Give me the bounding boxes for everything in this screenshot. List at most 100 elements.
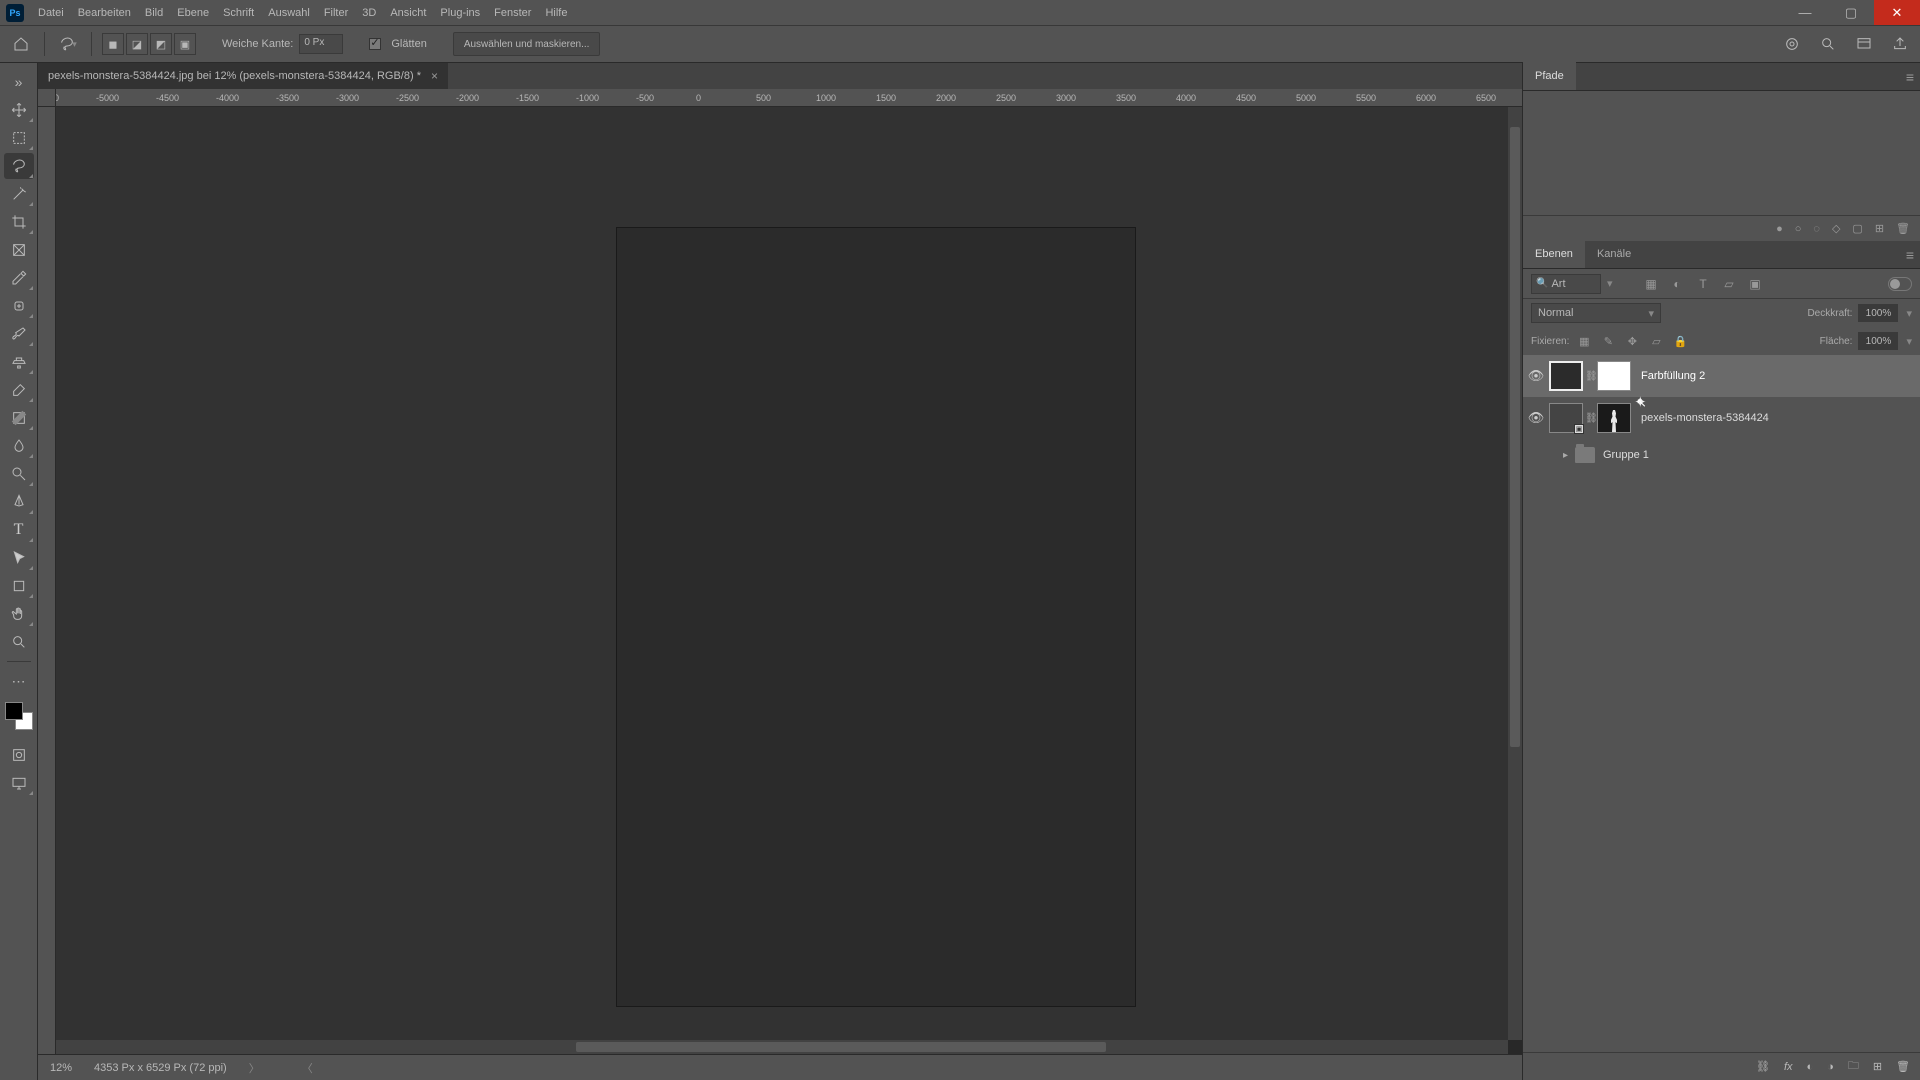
feather-input[interactable]: 0 Px xyxy=(299,34,343,54)
antialias-checkbox[interactable] xyxy=(369,38,381,50)
selection-add-icon[interactable]: ◪ xyxy=(126,33,148,55)
selection-intersect-icon[interactable]: ▣ xyxy=(174,33,196,55)
paths-list[interactable] xyxy=(1523,91,1920,215)
new-path-icon[interactable]: ⊞ xyxy=(1875,222,1884,235)
layer-row[interactable]: 👁 ▣ ⛓ pexels-monstera-5384424 xyxy=(1523,397,1920,439)
color-swatches[interactable] xyxy=(5,702,33,730)
layer-row[interactable]: ▸ Gruppe 1 xyxy=(1523,439,1920,471)
vertical-scrollbar[interactable] xyxy=(1508,107,1522,1040)
hand-tool[interactable] xyxy=(4,601,34,627)
pen-tool[interactable] xyxy=(4,489,34,515)
quickmask-icon[interactable] xyxy=(4,742,34,768)
magic-wand-tool[interactable] xyxy=(4,181,34,207)
tab-channels[interactable]: Kanäle xyxy=(1585,240,1643,268)
menu-file[interactable]: Datei xyxy=(38,7,64,19)
blur-tool[interactable] xyxy=(4,433,34,459)
link-layers-icon[interactable]: ⛓ xyxy=(1756,1060,1770,1073)
lock-pixels-icon[interactable]: ✎ xyxy=(1599,332,1617,350)
type-tool[interactable]: T xyxy=(4,517,34,543)
cloud-docs-icon[interactable] xyxy=(1780,32,1804,56)
filter-type-icon[interactable]: T xyxy=(1693,274,1713,294)
adjustment-layer-icon[interactable]: ◑ xyxy=(1827,1061,1834,1073)
close-button[interactable]: ✕ xyxy=(1874,0,1920,25)
new-layer-icon[interactable]: ⊞ xyxy=(1873,1060,1882,1073)
eyedropper-tool[interactable] xyxy=(4,265,34,291)
ruler-origin[interactable] xyxy=(38,89,56,107)
add-mask-icon[interactable]: ◐ xyxy=(1807,1061,1814,1073)
artboard[interactable] xyxy=(616,227,1136,1007)
menu-select[interactable]: Auswahl xyxy=(268,7,310,19)
scrollbar-thumb[interactable] xyxy=(1510,127,1520,747)
filter-pixel-icon[interactable]: ▦ xyxy=(1641,274,1661,294)
selection-new-icon[interactable]: ◼ xyxy=(102,33,124,55)
foreground-color[interactable] xyxy=(5,702,23,720)
lock-all-icon[interactable]: 🔒 xyxy=(1671,332,1689,350)
horizontal-ruler[interactable]: -5500-5000-4500-4000-3500-3000-2500-2000… xyxy=(56,89,1522,107)
collapse-toolbar-icon[interactable]: » xyxy=(4,69,34,95)
maximize-button[interactable]: ▢ xyxy=(1828,0,1874,25)
filter-shape-icon[interactable]: ▱ xyxy=(1719,274,1739,294)
layer-name[interactable]: Gruppe 1 xyxy=(1603,449,1649,461)
delete-layer-icon[interactable]: 🗑 xyxy=(1896,1060,1910,1073)
menu-layer[interactable]: Ebene xyxy=(177,7,209,19)
edit-toolbar-icon[interactable]: ⋯ xyxy=(4,668,34,694)
filter-toggle[interactable] xyxy=(1888,277,1912,291)
gradient-tool[interactable] xyxy=(4,405,34,431)
frame-tool[interactable] xyxy=(4,237,34,263)
menu-help[interactable]: Hilfe xyxy=(545,7,567,19)
move-tool[interactable] xyxy=(4,97,34,123)
select-and-mask-button[interactable]: Auswählen und maskieren... xyxy=(453,32,601,56)
filter-type-dropdown[interactable]: 🔍Art xyxy=(1531,274,1601,294)
filter-smart-icon[interactable]: ▣ xyxy=(1745,274,1765,294)
document-dimensions[interactable]: 4353 Px x 6529 Px (72 ppi) xyxy=(94,1062,227,1074)
tab-layers[interactable]: Ebenen xyxy=(1523,240,1585,268)
shape-tool[interactable] xyxy=(4,573,34,599)
tab-paths[interactable]: Pfade xyxy=(1523,62,1576,90)
layer-list[interactable]: 👁 ⛓ Farbfüllung 2 👁 ▣ ⛓ pexels-monstera-… xyxy=(1523,355,1920,1052)
document-tab[interactable]: pexels-monstera-5384424.jpg bei 12% (pex… xyxy=(38,63,448,89)
layer-thumbnail[interactable] xyxy=(1549,361,1583,391)
menu-filter[interactable]: Filter xyxy=(324,7,348,19)
zoom-level[interactable]: 12% xyxy=(50,1062,72,1074)
crop-tool[interactable] xyxy=(4,209,34,235)
vertical-ruler[interactable] xyxy=(38,107,56,1054)
fill-value[interactable]: 100% xyxy=(1858,332,1898,350)
dodge-tool[interactable] xyxy=(4,461,34,487)
healing-brush-tool[interactable] xyxy=(4,293,34,319)
layer-row[interactable]: 👁 ⛓ Farbfüllung 2 xyxy=(1523,355,1920,397)
current-tool-lasso-icon[interactable]: ▾ xyxy=(55,31,81,57)
mask-thumbnail[interactable] xyxy=(1597,361,1631,391)
menu-plugins[interactable]: Plug-ins xyxy=(440,7,480,19)
search-icon[interactable] xyxy=(1816,32,1840,56)
lock-transparency-icon[interactable]: ▦ xyxy=(1575,332,1593,350)
blend-mode-dropdown[interactable]: Normal▾ xyxy=(1531,303,1661,323)
menu-edit[interactable]: Bearbeiten xyxy=(78,7,131,19)
path-select-tool[interactable] xyxy=(4,545,34,571)
filter-adjust-icon[interactable]: ◐ xyxy=(1667,274,1687,294)
menu-image[interactable]: Bild xyxy=(145,7,163,19)
panel-menu-icon[interactable]: ≡ xyxy=(1906,69,1914,85)
opacity-value[interactable]: 100% xyxy=(1858,304,1898,322)
clone-stamp-tool[interactable] xyxy=(4,349,34,375)
visibility-toggle-icon[interactable]: 👁 xyxy=(1523,368,1549,384)
stroke-path-icon[interactable]: ○ xyxy=(1795,223,1802,235)
eraser-tool[interactable] xyxy=(4,377,34,403)
delete-path-icon[interactable]: 🗑 xyxy=(1896,222,1910,235)
status-prev-icon[interactable]: 〈 xyxy=(302,1060,313,1076)
canvas-viewport[interactable] xyxy=(56,107,1508,1040)
share-icon[interactable] xyxy=(1888,32,1912,56)
link-icon[interactable]: ⛓ xyxy=(1585,371,1597,382)
chevron-down-icon[interactable]: ▾ xyxy=(1906,307,1912,320)
horizontal-scrollbar[interactable] xyxy=(56,1040,1508,1054)
lock-position-icon[interactable]: ✥ xyxy=(1623,332,1641,350)
expand-group-icon[interactable]: ▸ xyxy=(1563,450,1575,461)
lock-artboard-icon[interactable]: ▱ xyxy=(1647,332,1665,350)
layer-thumbnail[interactable]: ▣ xyxy=(1549,403,1583,433)
marquee-tool[interactable] xyxy=(4,125,34,151)
menu-type[interactable]: Schrift xyxy=(223,7,254,19)
panel-menu-icon[interactable]: ≡ xyxy=(1906,247,1914,263)
layer-fx-icon[interactable]: fx xyxy=(1784,1061,1793,1073)
visibility-toggle-icon[interactable]: 👁 xyxy=(1523,410,1549,426)
link-icon[interactable]: ⛓ xyxy=(1585,413,1597,424)
selection-subtract-icon[interactable]: ◩ xyxy=(150,33,172,55)
